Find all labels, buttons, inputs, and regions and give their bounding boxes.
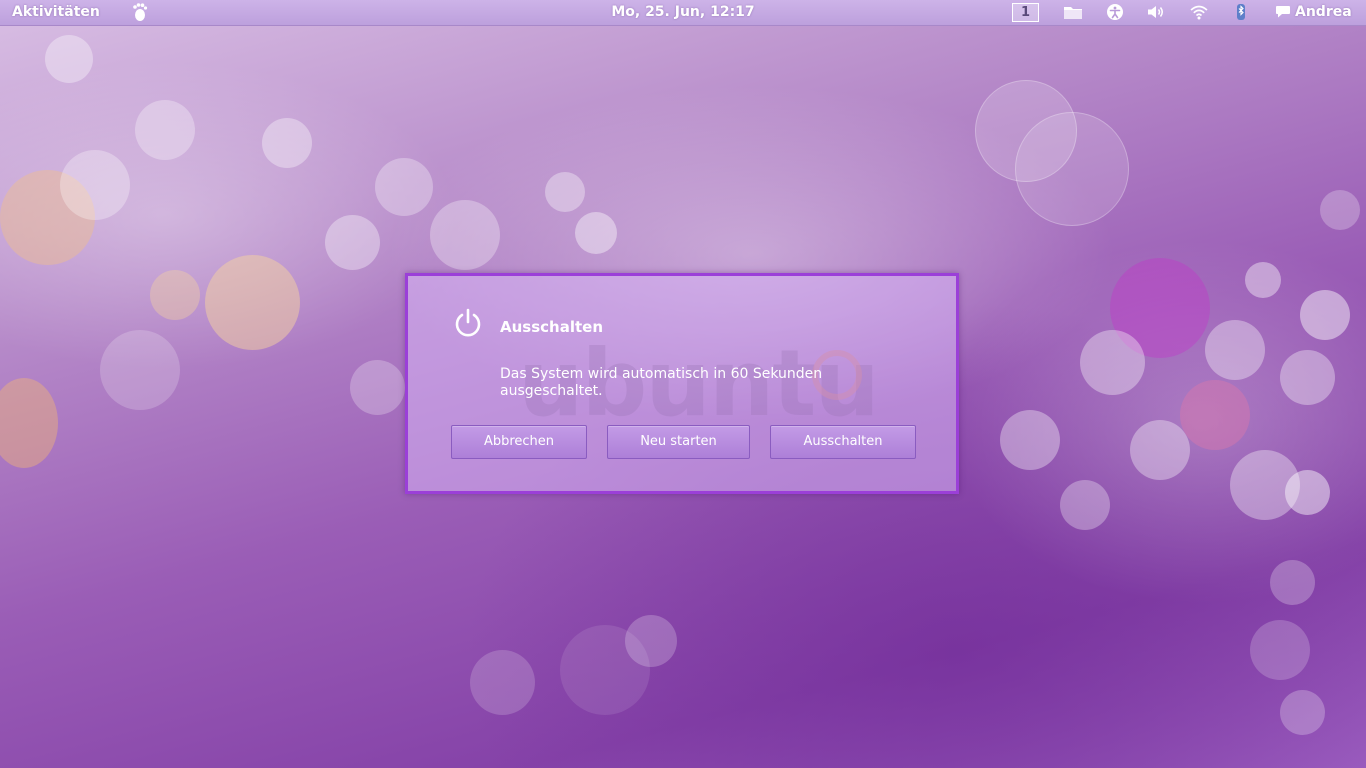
wallpaper-bokeh bbox=[1060, 480, 1110, 530]
wallpaper-bokeh bbox=[1000, 410, 1060, 470]
wallpaper-bokeh bbox=[1320, 190, 1360, 230]
wallpaper-bokeh bbox=[470, 650, 535, 715]
wallpaper-bokeh bbox=[1250, 620, 1310, 680]
wallpaper-bokeh bbox=[350, 360, 405, 415]
wallpaper-bokeh bbox=[1130, 420, 1190, 480]
wallpaper-bokeh bbox=[545, 172, 585, 212]
wallpaper-bokeh bbox=[150, 270, 200, 320]
wallpaper-bokeh bbox=[60, 150, 130, 220]
dialog-message: Das System wird automatisch in 60 Sekund… bbox=[500, 366, 823, 399]
wallpaper-bokeh bbox=[1280, 350, 1335, 405]
wallpaper-bokeh bbox=[575, 212, 617, 254]
bluetooth-icon[interactable] bbox=[1231, 3, 1251, 21]
wallpaper-bokeh bbox=[0, 378, 58, 468]
wallpaper-bokeh bbox=[1285, 470, 1330, 515]
wallpaper-bokeh bbox=[45, 35, 93, 83]
power-icon bbox=[455, 308, 481, 337]
cancel-button[interactable]: Abbrechen bbox=[451, 425, 587, 459]
wallpaper-bokeh bbox=[205, 255, 300, 350]
wifi-icon[interactable] bbox=[1189, 3, 1209, 21]
wallpaper-bokeh bbox=[0, 170, 95, 265]
wallpaper-bokeh bbox=[1270, 560, 1315, 605]
desktop-background: ubuntu Aktivitäten Mo, 25. Jun, 12:17 1 bbox=[0, 0, 1366, 768]
restart-button[interactable]: Neu starten bbox=[607, 425, 750, 459]
dialog-title: Ausschalten bbox=[500, 318, 604, 336]
files-icon[interactable] bbox=[1063, 3, 1083, 21]
wallpaper-bokeh bbox=[1110, 258, 1210, 358]
wallpaper-bokeh bbox=[560, 625, 650, 715]
top-panel: Aktivitäten Mo, 25. Jun, 12:17 1 Andrea bbox=[0, 0, 1366, 26]
wallpaper-bokeh bbox=[325, 215, 380, 270]
volume-icon[interactable] bbox=[1146, 3, 1166, 21]
wallpaper-bokeh bbox=[135, 100, 195, 160]
wallpaper-bokeh bbox=[1015, 112, 1129, 226]
shutdown-button[interactable]: Ausschalten bbox=[770, 425, 916, 459]
wallpaper-bokeh bbox=[375, 158, 433, 216]
wallpaper-bokeh bbox=[262, 118, 312, 168]
wallpaper-bokeh bbox=[1080, 330, 1145, 395]
wallpaper-bokeh bbox=[1300, 290, 1350, 340]
wallpaper-bokeh bbox=[430, 200, 500, 270]
accessibility-icon[interactable] bbox=[1105, 3, 1125, 21]
wallpaper-bokeh bbox=[100, 330, 180, 410]
user-name: Andrea bbox=[1295, 4, 1352, 20]
wallpaper-bokeh bbox=[975, 80, 1077, 182]
wallpaper-bokeh bbox=[1280, 690, 1325, 735]
wallpaper-bokeh bbox=[1180, 380, 1250, 450]
chat-icon bbox=[1276, 6, 1290, 18]
shutdown-dialog: Ausschalten Das System wird automatisch … bbox=[405, 273, 959, 494]
wallpaper-bokeh bbox=[1230, 450, 1300, 520]
wallpaper-bokeh bbox=[1205, 320, 1265, 380]
wallpaper-bokeh bbox=[1245, 262, 1281, 298]
workspace-indicator[interactable]: 1 bbox=[1012, 3, 1039, 22]
wallpaper-bokeh bbox=[625, 615, 677, 667]
